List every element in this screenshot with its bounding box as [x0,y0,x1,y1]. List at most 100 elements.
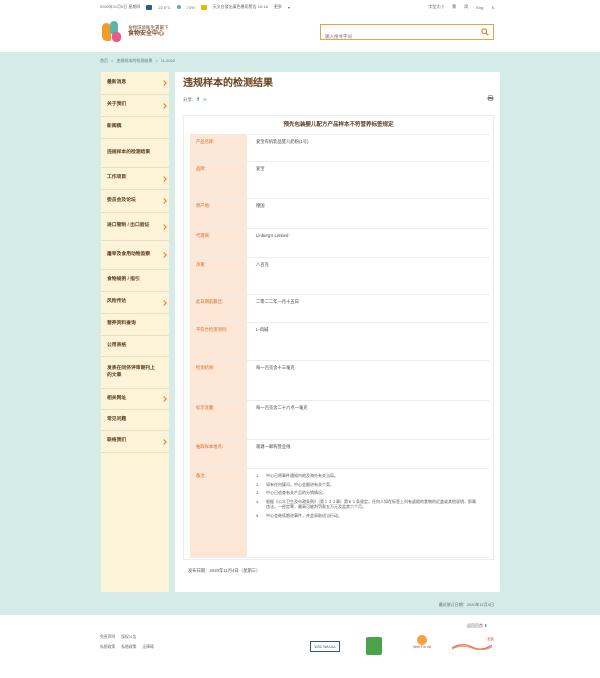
sc-link[interactable]: 简 [464,4,468,10]
tc-link[interactable]: 繁 [452,4,456,10]
sidebar-item-committees[interactable]: 委员会及论坛 [101,190,169,213]
notes-cell: 1. 中心已将事件通知内地及海外有关当局。 2. 如有任何疑问，中心会跟进有关个案。… [252,469,489,522]
chevron-right-icon [161,102,167,109]
date-text: 2020年11月5日 星期四 [100,4,141,9]
table-row: 备注: 1. 中心已将事件通知内地及海外有关当局。 2. 如有任何疑问，中心会跟进有… [190,468,489,558]
privacy-link-2[interactable]: 私隐政策 [121,645,136,650]
accessibility-link[interactable]: 无障碍 [142,645,153,650]
revised-date: 最近修订日期：2020年11月4日 [438,602,494,607]
row-value: 八百克 [256,262,269,267]
chevron-right-icon [161,223,167,230]
search-input[interactable] [321,29,471,44]
row-value: 观塘一邮购营业线 [256,444,291,449]
sidebar-item-press-releases[interactable]: 新闻稿 [101,117,169,139]
sidebar-item-about-us[interactable]: 关于我们 [101,95,169,117]
sidebar-nav: 最新消息 关于我们 新闻稿 违规样本的检测结果 工作项目 委员会及论坛 进口管制… [101,72,169,592]
font-size-link[interactable]: 字型大小 [428,4,444,10]
list-item: 4. 根据《公众卫生及市政条例》（第１３２章）第６１条规定，任何人如在标签上列有虚… [256,498,476,510]
row-label: 原产地: [190,199,247,228]
row-label: 抽取样本地点: [190,440,247,468]
chevron-down-icon: ▾ [287,4,290,10]
row-value: 每一百克含二十六点一毫克 [256,405,308,410]
table-row: 原产地: 德国 [190,198,489,228]
chevron-right-icon [161,299,167,306]
print-icon[interactable] [487,95,494,101]
table-row: 品牌: 爱宝 [190,161,489,198]
sidebar-item-regulations[interactable]: 食物规例 / 指引 [101,270,169,292]
weather-icon [146,4,153,10]
web-for-all-badge-icon[interactable]: Web For All [400,635,444,655]
table-row: 代理商: Linberg's Limited [190,228,489,257]
row-value: 爱宝有机乳品婴儿奶粉(1号) [256,139,309,144]
facebook-icon[interactable]: f [197,97,199,103]
page-title: 违规样本的检测结果 [183,78,273,89]
rainstorm-warning-icon [200,4,207,10]
logo-org-line2: 食物安全中心 [128,31,165,38]
sidebar-item-nutrient-info[interactable]: 营养资料查询 [101,314,169,336]
top-bar: 2020年11月5日 星期四 22.0°C 73% 天文台發出黃色暴雨警告 10… [0,0,600,14]
more-weather-link[interactable]: 更多 [274,4,282,10]
gov-award-badge-icon[interactable] [366,637,382,655]
share-label: 分享: [183,97,194,102]
chevron-right-icon [161,80,167,86]
list-item: 3. 中心已追查有关产品的分销情况。 [256,490,326,496]
sidebar-item-forms[interactable]: 公用表格 [101,336,169,357]
chevron-right-icon [161,252,167,258]
sidebar-item-unsatisfactory-results[interactable]: 违规样本的检测结果 [101,139,169,168]
sidebar-item-contact-us[interactable]: 联络我们 [101,431,169,453]
row-value: L-肉碱 [256,327,269,332]
table-row: 不符合检测项目: L-肉碱 [190,322,489,360]
row-label: 净重: [190,258,247,294]
table-row: 检测结果: 每一百克含十三毫克 [190,360,489,400]
row-label: 此日期前最佳: [190,295,247,322]
temperature-text: 22.0°C [158,4,171,10]
weather-warning-text: 天文台發出黃色暴雨警告 10:18 [212,4,268,9]
back-to-top-link[interactable]: 返回页首 ⬆ [467,623,487,629]
share-bar: 分享: f ✉ [183,97,207,103]
sidebar-item-slaughter-inspection[interactable]: 屠宰及食用动物监察 [101,241,169,270]
notice-title: 预先包装婴儿配方产品样本不符营养标签规定 [283,122,394,128]
sidebar-item-journal-articles[interactable]: 发表在同侪评审期刊上的文章 [101,357,169,389]
list-item: 5. 中心会继续跟进事件，并会采取适当行动。 [256,512,342,518]
sidebar-item-risk-communication[interactable]: 风险传达 [101,292,169,314]
chevron-right-icon [161,198,167,204]
brand-hk-badge-icon[interactable]: 全民 [452,637,494,653]
row-label: 检测结果: [190,361,247,400]
disclaimer-link[interactable]: 免责声明 [100,635,115,640]
sidebar-item-related-links[interactable]: 相关网址 [101,389,169,410]
sidebar-item-import-export[interactable]: 进口管制 / 出口验证 [101,213,169,241]
sidebar-item-faq[interactable]: 常见问题 [101,410,169,431]
posted-date: 发布日期：2020年11月4日（星期三） [188,568,261,573]
share-email-icon[interactable]: ✉ [203,97,207,103]
cfs-logo-icon [100,20,124,44]
humidity-text: 73% [186,4,195,10]
accessibility-icon[interactable]: ♿ [491,5,495,10]
notice-box: 预先包装婴儿配方产品样本不符营养标签规定 产品名称: 爱宝有机乳品婴儿奶粉(1号… [183,115,494,560]
breadcrumb-current: 11-2020 [160,58,176,63]
footer-links-row2: 私隐政策 私隐政策 无障碍 [100,645,154,650]
search-icon[interactable] [481,28,489,36]
english-link[interactable]: Eng [476,5,483,10]
privacy-link[interactable]: 私隐政策 [100,645,115,650]
row-label: 备注: [190,469,247,557]
table-row: 抽取样本地点: 观塘一邮购营业线 [190,439,489,468]
table-row: 产品名称: 爱宝有机乳品婴儿奶粉(1号) [190,134,489,161]
sidebar-item-programmes[interactable]: 工作项目 [101,168,169,190]
row-value: 德国 [256,203,265,208]
row-label: 标示含量: [190,401,247,439]
breadcrumb-home[interactable]: 首页 [100,58,108,64]
copyright-link[interactable]: 版权公告 [121,635,136,640]
row-label: 不符合检测项目: [190,323,247,360]
breadcrumb-section[interactable]: 违规样本的检测结果 [116,58,152,64]
list-item: 2. 如有任何疑问，中心会跟进有关个案。 [256,481,334,487]
sidebar-item-latest-news[interactable]: 最新消息 [101,72,169,95]
table-row: 标示含量: 每一百克含二十六点一毫克 [190,400,489,439]
footer-links-row1: 免责声明 版权公告 [100,635,136,640]
row-label: 代理商: [190,229,247,257]
w3c-wai-badge-icon[interactable]: W3C WAI-AA [310,641,340,652]
arrow-up-icon: ⬆ [484,623,488,628]
row-label: 品牌: [190,162,247,198]
list-item: 1. 中心已将事件通知内地及海外有关当局。 [256,473,338,478]
chevron-right-icon [161,396,167,402]
cfs-logo[interactable]: 食物環境衞生署屬下 食物安全中心 [100,20,169,44]
